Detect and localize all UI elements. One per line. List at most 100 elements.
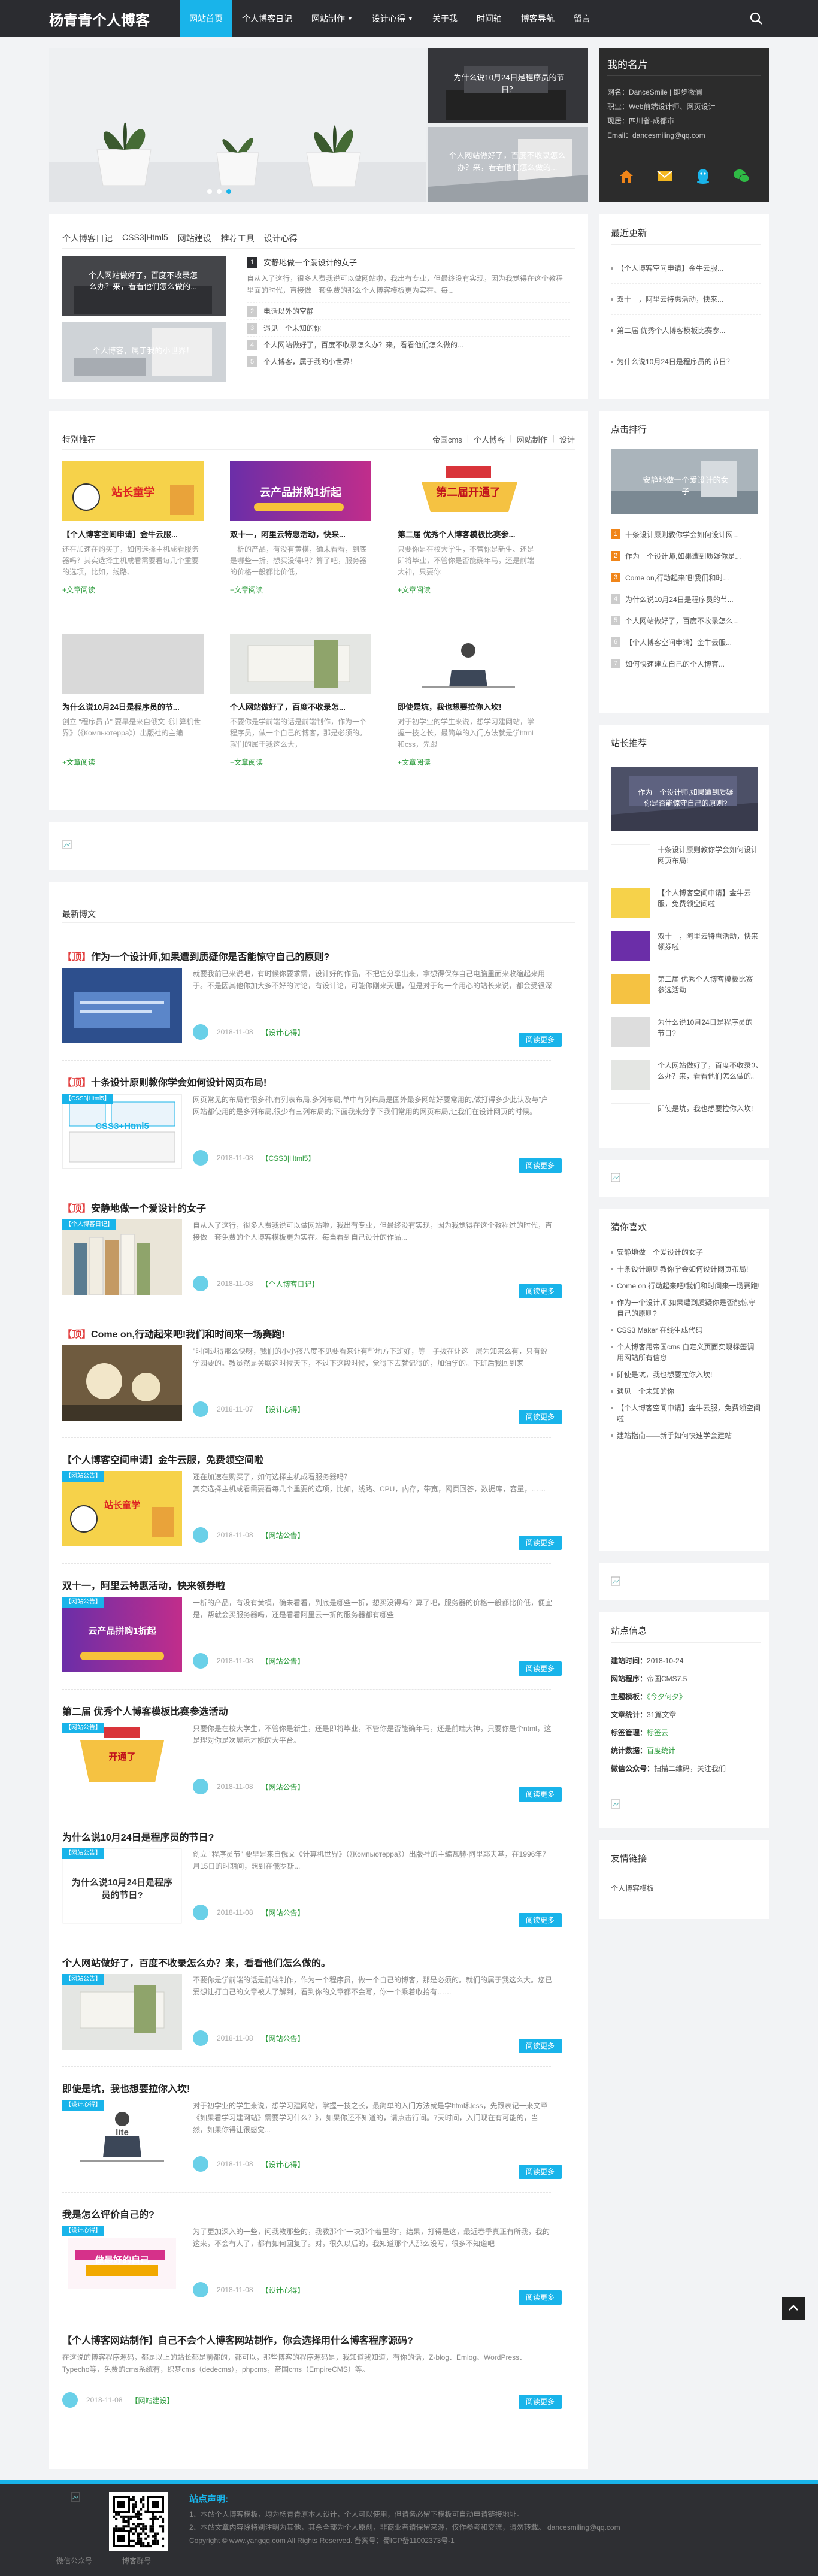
post-image[interactable]: 【个人博客日记】 — [62, 1219, 182, 1295]
back-to-top-button[interactable] — [782, 2297, 805, 2320]
featured-item-title[interactable]: 第二届 优秀个人博客模板比赛参... — [398, 528, 539, 540]
post-title[interactable]: 【顶】安静地做一个爱设计的女子 — [62, 1200, 206, 1215]
featured-item[interactable]: 云产品拼购1折起 双十一，阿里云特惠活动，快来... 一析的产品，有没有黄模，确未看… — [230, 461, 388, 624]
read-more-button[interactable]: 阅读更多 — [519, 1787, 562, 1802]
guess-item[interactable]: Come on,行动起来吧!我们和时间来一场赛跑! — [611, 1281, 761, 1291]
featured-item-title[interactable]: 即使是坑，我也想要拉你入坎! — [398, 701, 539, 712]
post-image[interactable] — [62, 1345, 182, 1421]
tab-thumb-1[interactable]: 个人网站做好了，百度不收录怎么办？来，看看他们怎么做的... — [62, 256, 226, 316]
tab-thumb-2[interactable]: 个人博客，属于我的小世界！ — [62, 322, 226, 382]
latest-item[interactable]: 为什么说10月24日是程序员的节日？ — [611, 346, 761, 377]
guess-item[interactable]: CSS3 Maker 在线生成代码 — [611, 1325, 761, 1336]
post-category[interactable]: 【设计心得】 — [262, 1027, 305, 1037]
featured-item-more[interactable]: +文章阅读 — [230, 757, 263, 767]
post-category[interactable]: 【CSS3|Html5】 — [262, 1153, 316, 1163]
guess-item[interactable]: 作为一个设计师,如果遭到质疑你是否能惊守自己的原则? — [611, 1297, 761, 1319]
guess-item[interactable]: 安静地做一个爱设计的女子 — [611, 1247, 761, 1258]
banner-side-1[interactable]: 为什么说10月24日是程序员的节日？ — [428, 48, 588, 123]
post-category[interactable]: 【网站公告】 — [262, 1656, 305, 1666]
rank-item[interactable]: 4 为什么说10月24日是程序员的节... — [611, 588, 761, 610]
featured-link[interactable]: 帝国cms — [432, 434, 462, 445]
featured-item-more[interactable]: +文章阅读 — [230, 585, 263, 595]
nav-item[interactable]: 留言 — [564, 0, 600, 37]
post-title[interactable]: 【顶】十条设计原则教你学会如何设计网页布局! — [62, 1074, 266, 1089]
post-image[interactable] — [62, 968, 182, 1043]
read-more-button[interactable]: 阅读更多 — [519, 1661, 562, 1676]
recommend-item[interactable]: 【个人博客空间申请】金牛云服，免费领空间啦 — [611, 885, 761, 928]
featured-item[interactable]: 即使是坑，我也想要拉你入坎! 对于初学业的学生来说，想学习建网站，掌握一技之长，最… — [398, 634, 556, 797]
read-more-button[interactable]: 阅读更多 — [519, 1410, 562, 1424]
rank-item[interactable]: 1 十条设计原则教你学会如何设计网... — [611, 523, 761, 545]
read-more-button[interactable]: 阅读更多 — [519, 1536, 562, 1550]
post-category[interactable]: 【网站公告】 — [262, 1530, 305, 1540]
post-title[interactable]: 【顶】Come on,行动起来吧!我们和时间来一场赛跑! — [62, 1326, 285, 1340]
read-more-button[interactable]: 阅读更多 — [519, 1033, 562, 1047]
featured-item-title[interactable]: 双十一，阿里云特惠活动，快来... — [230, 528, 371, 540]
featured-item[interactable]: 为什么说10月24日是程序员的节... 创立 "程序员节" 要早是来自俄文《计算机… — [62, 634, 220, 797]
qq-icon[interactable] — [694, 167, 712, 185]
featured-link[interactable]: 个人博客 — [474, 434, 505, 445]
tab-list-item[interactable]: 3 遇见一个未知的你 — [247, 319, 570, 336]
guess-item[interactable]: 十条设计原则教你学会如何设计网页布局! — [611, 1264, 761, 1275]
tab-2[interactable]: 网站建设 — [178, 232, 211, 249]
tab-3[interactable]: 推荐工具 — [221, 232, 255, 249]
post-title[interactable]: 第二届 优秀个人博客模板比赛参选活动 — [62, 1703, 228, 1718]
featured-link[interactable]: 网站制作 — [517, 434, 548, 445]
post-image[interactable]: 【网站公告】 开通了 — [62, 1723, 182, 1798]
post-category[interactable]: 【设计心得】 — [262, 1404, 305, 1415]
read-more-button[interactable]: 阅读更多 — [519, 2165, 562, 2179]
site-logo[interactable]: 杨青青个人博客 — [49, 8, 150, 29]
latest-item[interactable]: 第二届 优秀个人博客模板比赛参... — [611, 315, 761, 346]
nav-item[interactable]: 个人博客日记 — [232, 0, 302, 37]
read-more-button[interactable]: 阅读更多 — [519, 2039, 562, 2053]
search-icon[interactable] — [749, 11, 764, 26]
read-more-button[interactable]: 阅读更多 — [519, 1284, 562, 1298]
post-title[interactable]: 为什么说10月24日是程序员的节日? — [62, 1829, 214, 1844]
banner-slider[interactable]: 为什么说10月24日是程序员的节日？ 个人网站做好了，百度不收录怎么办？来，看看… — [49, 48, 588, 202]
latest-item[interactable]: 双十一，阿里云特惠活动，快来... — [611, 284, 761, 315]
home-icon[interactable] — [617, 167, 635, 185]
recommend-item[interactable]: 为什么说10月24日是程序员的节日? — [611, 1015, 761, 1058]
recommend-hero[interactable]: 作为一个设计师,如果遭到质疑你是否能惊守自己的原则? — [611, 767, 758, 831]
wechat-icon[interactable] — [732, 167, 750, 185]
rank-item[interactable]: 5 个人网站做好了，百度不收录怎么... — [611, 610, 761, 631]
recommend-item[interactable]: 双十一，阿里云特惠活动，快来领券啦 — [611, 928, 761, 971]
read-more-button[interactable]: 阅读更多 — [519, 2395, 562, 2409]
post-category[interactable]: 【网站公告】 — [262, 1908, 305, 1918]
site-info-value[interactable]: 标签云 — [647, 1729, 668, 1737]
recommend-item[interactable]: 即使是坑，我也想要拉你入坎! — [611, 1101, 761, 1144]
tab-4[interactable]: 设计心得 — [264, 232, 298, 249]
latest-item[interactable]: 【个人博客空间申请】金牛云服... — [611, 253, 761, 284]
post-title[interactable]: 我是怎么评价自己的? — [62, 2206, 154, 2221]
banner-side-2[interactable]: 个人网站做好了，百度不收录怎么办？来，看看他们怎么做的... — [428, 127, 588, 202]
read-more-button[interactable]: 阅读更多 — [519, 1913, 562, 1927]
post-image[interactable]: 【网站公告】 — [62, 1974, 182, 2050]
rank-item[interactable]: 2 作为一个设计师,如果遭到质疑你是... — [611, 545, 761, 567]
read-more-button[interactable]: 阅读更多 — [519, 2290, 562, 2305]
nav-item[interactable]: 关于我 — [423, 0, 467, 37]
post-image[interactable]: 【网站公告】 云产品拼购1折起 — [62, 1597, 182, 1672]
email-icon[interactable] — [656, 167, 674, 185]
tab-0[interactable]: 个人博客日记 — [62, 232, 113, 249]
nav-item-dropdown[interactable]: 设计心得 ▼ — [362, 0, 423, 37]
rank-item[interactable]: 6 【个人博客空间申请】金牛云服... — [611, 631, 761, 653]
friend-link[interactable]: 个人博客模板 — [611, 1884, 654, 1893]
featured-item-more[interactable]: +文章阅读 — [398, 757, 431, 767]
featured-item-title[interactable]: 为什么说10月24日是程序员的节... — [62, 701, 204, 712]
tab-list-item[interactable]: 2 电话以外的空静 — [247, 302, 570, 319]
tab-1[interactable]: CSS3|Html5 — [122, 232, 168, 249]
featured-item[interactable]: 个人网站做好了，百度不收录怎... 不要你是学前端的话是前端制作，作为一个程序员，… — [230, 634, 388, 797]
site-info-value[interactable]: 《今夕何夕》 — [647, 1693, 686, 1701]
rank-item[interactable]: 3 Come on,行动起来吧!我们和时... — [611, 567, 761, 588]
read-more-button[interactable]: 阅读更多 — [519, 1158, 562, 1173]
post-title[interactable]: 【个人博客空间申请】金牛云服，免费领空间啦 — [62, 1452, 263, 1466]
post-category[interactable]: 【网站公告】 — [262, 2033, 305, 2044]
rank-item[interactable]: 7 如何快速建立自己的个人博客... — [611, 653, 761, 674]
featured-link[interactable]: 设计 — [559, 434, 575, 445]
post-category[interactable]: 【网站公告】 — [262, 1782, 305, 1792]
guess-item[interactable]: 个人博客用帝国cms 自定义页面实现标签调用网站所有信息 — [611, 1342, 761, 1363]
tab-list-item[interactable]: 4 个人网站做好了，百度不收录怎么办？来，看看他们怎么做的... — [247, 336, 570, 353]
tab-first-item[interactable]: 1 安静地做一个爱设计的女子 — [247, 256, 570, 268]
post-image[interactable]: 【网站公告】 为什么说10月24日是程序员的节日? — [62, 1848, 182, 1924]
featured-item-more[interactable]: +文章阅读 — [62, 757, 95, 767]
